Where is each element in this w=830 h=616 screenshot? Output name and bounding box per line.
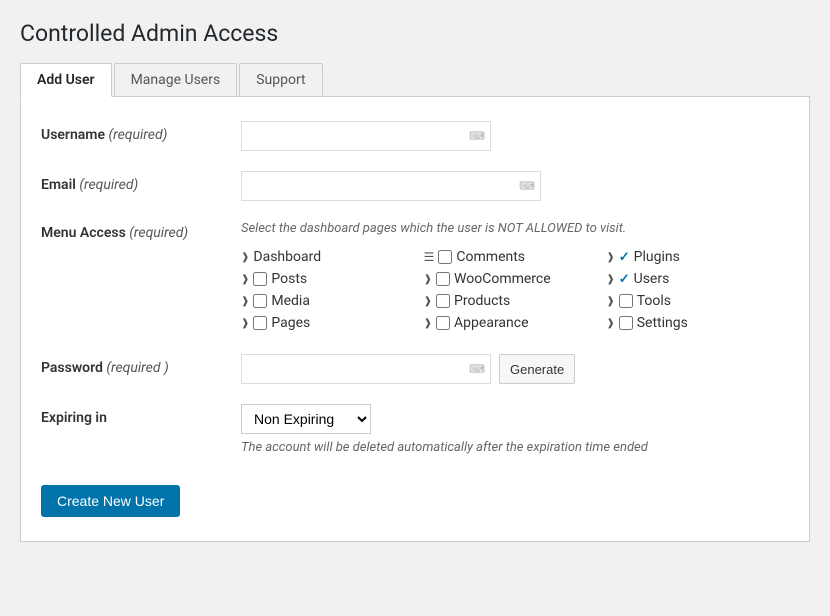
email-input-wrapper: ⌨ xyxy=(241,171,789,201)
menu-item-label: Users xyxy=(634,271,670,287)
appearance-checkbox[interactable] xyxy=(436,316,450,330)
list-item: ❱ Appearance xyxy=(424,312,607,334)
list-item: ❱ Products xyxy=(424,290,607,312)
tab-add-user[interactable]: Add User xyxy=(20,63,112,97)
password-input[interactable] xyxy=(241,354,491,384)
expiring-description: The account will be deleted automaticall… xyxy=(241,440,789,455)
chevron-icon[interactable]: ❱ xyxy=(606,296,614,307)
list-item: ❱ Posts xyxy=(241,268,424,290)
chevron-icon[interactable]: ❱ xyxy=(606,274,614,285)
menu-col-2: ❱ ✓ Plugins ❱ ✓ Users ❱ Tools xyxy=(606,246,789,334)
list-item: ❱ ✓ Plugins xyxy=(606,246,789,268)
username-label: Username (required) xyxy=(41,121,241,143)
create-button-row: Create New User xyxy=(41,475,789,517)
password-input-wrapper: ⌨ Generate xyxy=(241,354,789,384)
page-title: Controlled Admin Access xyxy=(20,20,810,47)
chevron-icon[interactable]: ❱ xyxy=(241,296,249,307)
media-checkbox[interactable] xyxy=(253,294,267,308)
menu-access-row: Menu Access (required) Select the dashbo… xyxy=(41,221,789,334)
password-label: Password (required ) xyxy=(41,354,241,376)
menu-item-label: Settings xyxy=(637,315,688,331)
tab-support[interactable]: Support xyxy=(239,63,322,96)
menu-item-label: Posts xyxy=(271,271,307,287)
list-item: ❱ Pages xyxy=(241,312,424,334)
chevron-icon[interactable]: ❱ xyxy=(606,318,614,329)
chevron-icon[interactable]: ❱ xyxy=(424,318,432,329)
email-input[interactable] xyxy=(241,171,541,201)
menu-item-label: Pages xyxy=(271,315,310,331)
email-label: Email (required) xyxy=(41,171,241,193)
tools-checkbox[interactable] xyxy=(619,294,633,308)
expiring-input-wrapper: Non Expiring 1 Day 1 Week 1 Month 3 Mont… xyxy=(241,404,789,455)
menu-item-label: WooCommerce xyxy=(454,271,551,287)
password-input-container: ⌨ xyxy=(241,354,491,384)
email-row: Email (required) ⌨ xyxy=(41,171,789,201)
chevron-icon[interactable]: ❱ xyxy=(241,318,249,329)
list-item: ❱ Tools xyxy=(606,290,789,312)
password-row: Password (required ) ⌨ Generate xyxy=(41,354,789,384)
menu-item-label: Dashboard xyxy=(253,249,321,265)
comments-checkbox[interactable] xyxy=(438,250,452,264)
menu-item-label: Comments xyxy=(456,249,525,265)
hamburger-icon: ☰ xyxy=(424,250,435,264)
chevron-icon[interactable]: ❱ xyxy=(241,274,249,285)
username-input-wrapper: ⌨ xyxy=(241,121,789,151)
posts-checkbox[interactable] xyxy=(253,272,267,286)
menu-access-description: Select the dashboard pages which the use… xyxy=(241,221,789,236)
products-checkbox[interactable] xyxy=(436,294,450,308)
create-new-user-button[interactable]: Create New User xyxy=(41,485,180,517)
menu-item-label: Tools xyxy=(637,293,671,309)
list-item: ☰ Comments xyxy=(424,246,607,268)
tab-bar: Add User Manage Users Support xyxy=(20,63,810,97)
expiring-row: Expiring in Non Expiring 1 Day 1 Week 1 … xyxy=(41,404,789,455)
menu-item-label: Products xyxy=(454,293,510,309)
email-input-container: ⌨ xyxy=(241,171,541,201)
chevron-icon[interactable]: ❱ xyxy=(424,296,432,307)
chevron-icon[interactable]: ❱ xyxy=(241,252,249,263)
generate-button[interactable]: Generate xyxy=(499,354,575,384)
menu-item-label: Media xyxy=(271,293,310,309)
expiring-label: Expiring in xyxy=(41,404,241,426)
list-item: ❱ Dashboard xyxy=(241,246,424,268)
username-input[interactable] xyxy=(241,121,491,151)
chevron-icon[interactable]: ❱ xyxy=(606,252,614,263)
menu-access-label: Menu Access (required) xyxy=(41,221,241,241)
settings-checkbox[interactable] xyxy=(619,316,633,330)
menu-grid: ❱ Dashboard ❱ Posts ❱ Media ❱ xyxy=(241,246,789,334)
username-required: (required) xyxy=(108,127,167,143)
chevron-icon[interactable]: ❱ xyxy=(424,274,432,285)
expiring-select[interactable]: Non Expiring 1 Day 1 Week 1 Month 3 Mont… xyxy=(241,404,371,434)
plugins-check-mark: ✓ xyxy=(619,250,630,265)
pages-checkbox[interactable] xyxy=(253,316,267,330)
list-item: ❱ Media xyxy=(241,290,424,312)
woocommerce-checkbox[interactable] xyxy=(436,272,450,286)
username-input-container: ⌨ xyxy=(241,121,491,151)
email-required: (required) xyxy=(79,177,138,193)
users-check-mark: ✓ xyxy=(619,272,630,287)
menu-item-label: Plugins xyxy=(634,249,680,265)
menu-access-content: Select the dashboard pages which the use… xyxy=(241,221,789,334)
menu-item-label: Appearance xyxy=(454,315,528,331)
tab-manage-users[interactable]: Manage Users xyxy=(114,63,238,96)
username-row: Username (required) ⌨ xyxy=(41,121,789,151)
menu-col-0: ❱ Dashboard ❱ Posts ❱ Media ❱ xyxy=(241,246,424,334)
list-item: ❱ ✓ Users xyxy=(606,268,789,290)
menu-access-required: (required) xyxy=(129,225,188,241)
list-item: ❱ WooCommerce xyxy=(424,268,607,290)
panel-add-user: Username (required) ⌨ Email (required) ⌨… xyxy=(20,97,810,542)
list-item: ❱ Settings xyxy=(606,312,789,334)
password-required: (required ) xyxy=(106,360,168,376)
menu-col-1: ☰ Comments ❱ WooCommerce ❱ Products xyxy=(424,246,607,334)
